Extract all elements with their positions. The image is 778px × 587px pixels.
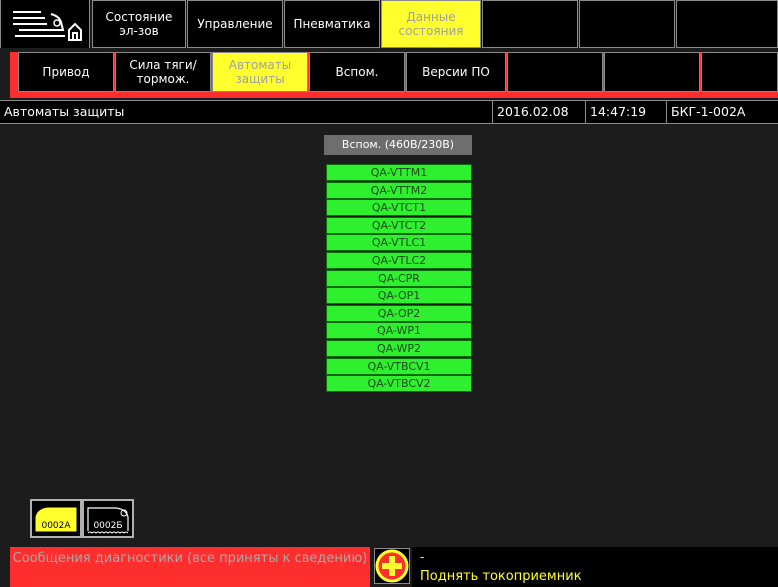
diagnostics-message[interactable]: - Поднять токоприемник	[412, 547, 778, 587]
breaker-qa-cpr[interactable]: QA-CPR	[326, 270, 472, 287]
menu-item-state-data[interactable]: Данные состояния	[381, 0, 481, 48]
diagnostics-code: -	[420, 550, 425, 564]
breaker-qa-vtlc1[interactable]: QA-VTLC1	[326, 234, 472, 251]
menu-item-label: Данные состояния	[398, 10, 464, 38]
tab-software-versions[interactable]: Версии ПО	[406, 52, 506, 92]
diagnostics-summary-button[interactable]: Сообщения диагностики (все приняты к све…	[10, 547, 370, 587]
train-label: 0002А	[41, 521, 71, 531]
menu-item-elements-state[interactable]: Состояние эл-зов	[92, 0, 186, 48]
menu-item-empty[interactable]	[482, 0, 578, 48]
main-menu-button[interactable]	[0, 0, 90, 48]
status-bar: Автоматы защиты 2016.02.08 14:47:19 БКГ-…	[0, 100, 778, 124]
menu-item-label: Пневматика	[293, 17, 371, 31]
train-label: 0002Б	[93, 521, 123, 531]
status-unit: БКГ-1-002А	[666, 101, 778, 123]
diagnostics-summary-text: Сообщения диагностики (все приняты к све…	[12, 551, 368, 566]
menu-item-pneumatics[interactable]: Пневматика	[284, 0, 380, 48]
tab-label: Привод	[42, 65, 90, 79]
menu-item-empty[interactable]	[676, 0, 778, 48]
tab-empty[interactable]	[507, 52, 603, 92]
diagnostics-message-text: Поднять токоприемник	[420, 569, 582, 584]
menu-locomotive-home-icon	[1, 0, 89, 48]
breaker-group-title: Вспом. (460В/230В)	[324, 135, 472, 155]
diagnostics-alert-button[interactable]	[374, 548, 410, 584]
breaker-qa-op2[interactable]: QA-OP2	[326, 305, 472, 322]
tab-drive[interactable]: Привод	[18, 52, 114, 92]
tab-empty[interactable]	[701, 52, 778, 92]
tab-label: Автоматы защиты	[228, 58, 292, 86]
breaker-qa-vtlc2[interactable]: QA-VTLC2	[326, 252, 472, 269]
breaker-qa-vtct1[interactable]: QA-VTCT1	[326, 199, 472, 216]
status-time: 14:47:19	[585, 101, 665, 123]
page-title: Автоматы защиты	[4, 104, 125, 119]
menu-item-empty[interactable]	[579, 0, 675, 48]
menu-item-label: Состояние эл-зов	[105, 10, 173, 38]
breaker-qa-wp2[interactable]: QA-WP2	[326, 340, 472, 357]
tab-label: Сила тяги/ тормож.	[129, 58, 197, 86]
breaker-qa-vttm1[interactable]: QA-VTTM1	[326, 164, 472, 181]
breaker-qa-op1[interactable]: QA-OP1	[326, 287, 472, 304]
tab-empty[interactable]	[604, 52, 700, 92]
tab-traction-braking[interactable]: Сила тяги/ тормож.	[115, 52, 211, 92]
train-button-0002b[interactable]: 0002Б	[82, 499, 134, 538]
breaker-qa-vtct2[interactable]: QA-VTCT2	[326, 217, 472, 234]
tab-auxiliary[interactable]: Вспом.	[309, 52, 405, 92]
status-date: 2016.02.08	[492, 101, 585, 123]
breaker-qa-vtbcv2[interactable]: QA-VTBCV2	[326, 375, 472, 392]
alert-plus-icon	[375, 549, 409, 583]
breaker-qa-wp1[interactable]: QA-WP1	[326, 322, 472, 339]
menu-item-label: Управление	[197, 17, 273, 31]
breaker-qa-vttm2[interactable]: QA-VTTM2	[326, 182, 472, 199]
tab-circuit-breakers[interactable]: Автоматы защиты	[212, 52, 308, 92]
tab-label: Вспом.	[335, 65, 379, 79]
tab-label: Версии ПО	[422, 65, 490, 79]
breaker-qa-vtbcv1[interactable]: QA-VTBCV1	[326, 358, 472, 375]
train-button-0002a[interactable]: 0002А	[30, 499, 82, 538]
menu-item-control[interactable]: Управление	[187, 0, 283, 48]
